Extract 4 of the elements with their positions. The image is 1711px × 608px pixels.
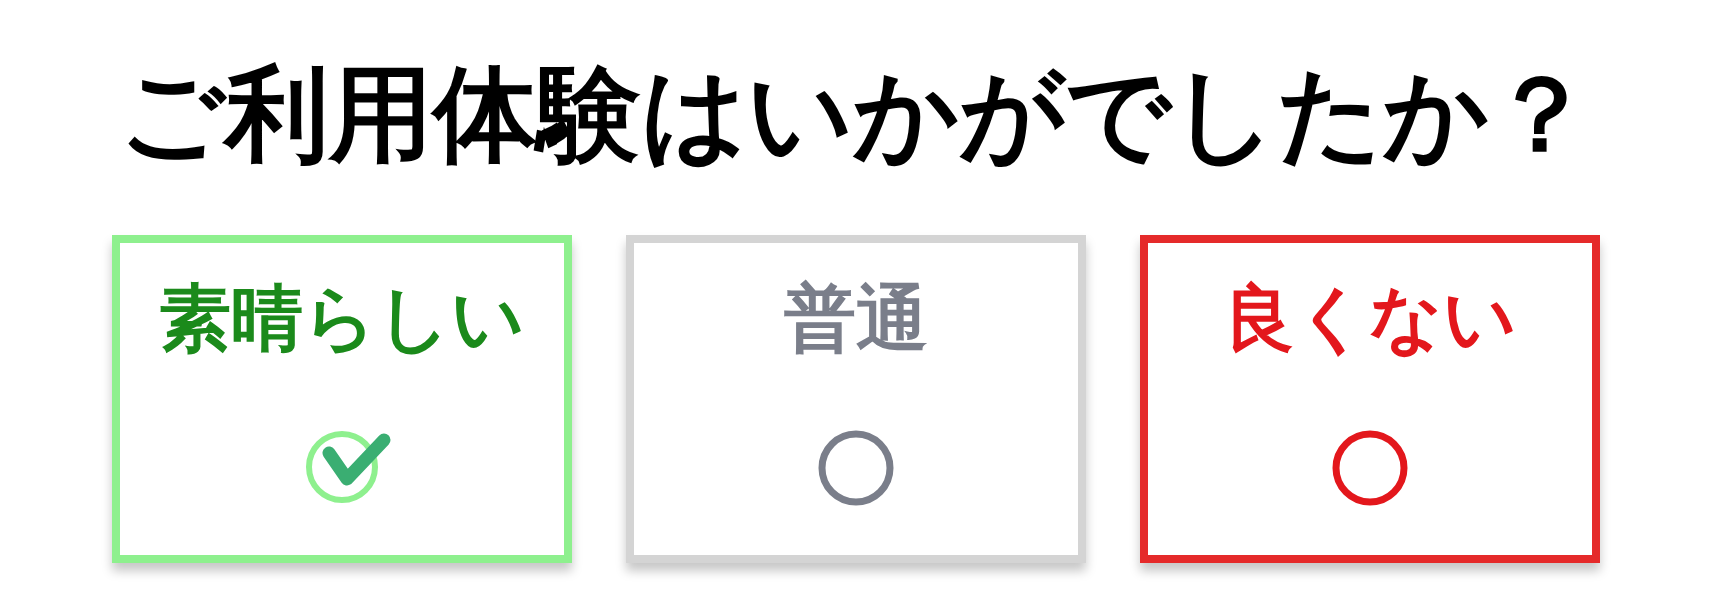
rating-option-card[interactable]: 良くない	[1139, 234, 1600, 563]
survey-question-title: ご利用体験はいかがでしたか？	[118, 52, 1593, 177]
rating-option-card[interactable]: 普通	[625, 234, 1086, 563]
rating-option-card[interactable]: 素晴らしい	[111, 234, 572, 563]
